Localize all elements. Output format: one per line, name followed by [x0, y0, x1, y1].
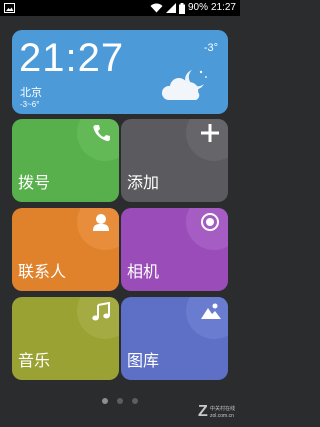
tile-label: 相机 — [127, 264, 160, 281]
tile-add[interactable]: 添加 — [121, 119, 228, 202]
phone-icon — [93, 125, 110, 142]
tile-gallery[interactable]: 图库 — [121, 297, 228, 380]
tile-label: 音乐 — [18, 353, 51, 370]
camera-icon — [201, 213, 219, 231]
tile-music[interactable]: 音乐 — [12, 297, 119, 380]
watermark-brand: Z — [198, 403, 208, 420]
tile-contacts[interactable]: 联系人 — [12, 208, 119, 291]
tile-label: 添加 — [127, 175, 160, 192]
wifi-icon — [150, 3, 163, 13]
watermark-logo: Z 中关村在线 zol.com.cn — [198, 403, 236, 421]
tile-camera[interactable]: 相机 — [121, 208, 228, 291]
music-note-icon — [92, 302, 110, 321]
contact-icon — [93, 214, 109, 231]
tile-label: 图库 — [127, 353, 160, 370]
tile-badge — [77, 119, 119, 161]
tile-dialer[interactable]: 拨号 — [12, 119, 119, 202]
watermark-line2: zol.com.cn — [210, 413, 234, 419]
tile-label: 联系人 — [18, 264, 67, 281]
weather-temperature: -3° — [203, 42, 218, 54]
tile-badge — [77, 297, 119, 339]
battery-icon — [178, 2, 185, 14]
plus-icon — [201, 124, 219, 142]
page-dot[interactable] — [117, 398, 123, 404]
watermark-line1: 中关村在线 — [210, 406, 236, 412]
clock-time: 21:27 — [19, 36, 125, 80]
signal-icon — [165, 3, 176, 13]
status-time: 21:27 — [210, 2, 236, 13]
gallery-icon — [201, 303, 221, 319]
tile-badge — [186, 119, 228, 161]
tile-badge — [186, 297, 228, 339]
image-notification-icon — [4, 3, 15, 13]
page-dot[interactable] — [102, 398, 108, 404]
moon-cloud-icon — [162, 70, 207, 100]
status-indicators: 90% 21:27 — [150, 0, 236, 16]
tile-badge — [186, 208, 228, 250]
weather-city: 北京 — [20, 87, 42, 99]
tile-label: 拨号 — [18, 175, 51, 192]
battery-percent: 90% — [187, 2, 208, 13]
tile-badge — [77, 208, 119, 250]
weather-range: -3~6° — [20, 100, 40, 109]
page-dot[interactable] — [132, 398, 138, 404]
weather-widget[interactable]: 21:27 北京 -3~6° -3° — [12, 30, 228, 114]
status-bar: 90% 21:27 — [0, 0, 240, 16]
